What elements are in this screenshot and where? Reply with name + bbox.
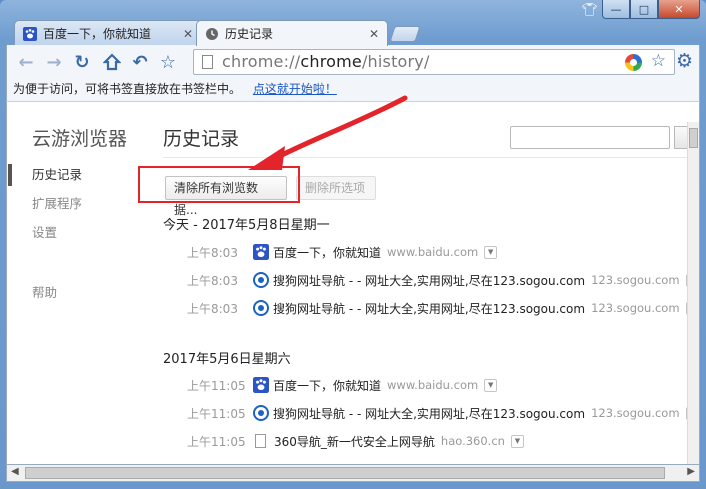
scrollbar-thumb[interactable] xyxy=(689,128,698,148)
home-icon[interactable] xyxy=(101,51,123,73)
entry-time: 上午8:03 xyxy=(187,273,238,288)
history-entry[interactable]: 上午8:03 搜狗网址导航 - - 网址大全,实用网址,尽在123.sogou.… xyxy=(187,269,699,291)
close-window-button[interactable]: ✕ xyxy=(658,0,700,19)
page-content: 云游浏览器 历史记录 扩展程序 设置 帮助 历史记录 清除所有浏览数据... 删… xyxy=(6,102,700,464)
divider xyxy=(163,157,693,158)
back-arrow-icon[interactable]: ← xyxy=(15,51,37,73)
tab-baidu[interactable]: 百度一下，你就知道 ✕ xyxy=(14,20,202,46)
tab-strip: 百度一下，你就知道 ✕ 历史记录 ✕ xyxy=(14,19,421,46)
tab-label: 历史记录 xyxy=(225,27,274,41)
reload-icon[interactable]: ↻ xyxy=(71,51,93,73)
entry-domain: 123.sogou.com xyxy=(591,301,680,315)
sidebar-nav: 历史记录 扩展程序 设置 帮助 xyxy=(7,164,137,300)
sogou-icon xyxy=(253,272,269,288)
remove-selected-button[interactable]: 删除所选项 xyxy=(296,176,376,200)
sidebar-item-extensions[interactable]: 扩展程序 xyxy=(7,193,137,222)
clock-icon xyxy=(206,28,218,40)
history-entry[interactable]: 上午11:05 搜狗网址导航 - - 网址大全,实用网址,尽在123.sogou… xyxy=(187,402,699,424)
page-title: 历史记录 xyxy=(163,128,240,150)
close-tab-icon[interactable]: ✕ xyxy=(183,21,193,47)
baidu-paw-icon xyxy=(253,244,269,260)
history-entry[interactable]: 上午8:03 搜狗网址导航 - - 网址大全,实用网址,尽在123.sogou.… xyxy=(187,297,699,319)
entry-time: 上午11:05 xyxy=(187,406,246,421)
theme-shirt-icon[interactable]: 👕︎ xyxy=(581,3,598,18)
star-icon[interactable]: ☆ xyxy=(651,51,666,71)
sidebar-item-help[interactable]: 帮助 xyxy=(7,282,57,311)
entry-title[interactable]: 搜狗网址导航 - - 网址大全,实用网址,尽在123.sogou.com xyxy=(273,405,585,422)
entry-title[interactable]: 百度一下，你就知道 xyxy=(273,377,381,394)
search-input[interactable] xyxy=(510,126,670,149)
vertical-scrollbar[interactable] xyxy=(687,122,699,464)
sidebar-item-history[interactable]: 历史记录 xyxy=(7,164,137,193)
entry-time: 上午11:05 xyxy=(187,434,246,449)
sogou-icon xyxy=(253,300,269,316)
close-tab-icon[interactable]: ✕ xyxy=(369,21,379,47)
toolbar: ← → ↻ ↶ ☆ chrome://chrome/history/ ☆ ⚙ xyxy=(6,45,700,78)
url-scheme: chrome:// xyxy=(222,52,301,71)
entry-domain: hao.360.cn xyxy=(440,434,505,448)
entry-title[interactable]: 搜狗网址导航 - - 网址大全,实用网址,尽在123.sogou.com xyxy=(273,272,585,289)
scrollbar-thumb[interactable] xyxy=(25,467,665,479)
day-heading: 2017年5月6日星期六 xyxy=(163,352,291,367)
maximize-button[interactable]: □ xyxy=(630,0,658,19)
tab-history[interactable]: 历史记录 ✕ xyxy=(196,20,388,46)
entry-domain: 123.sogou.com xyxy=(591,406,680,420)
annotation-highlight-box xyxy=(138,166,300,203)
page-icon xyxy=(255,434,266,448)
entry-menu-chevron-icon[interactable]: ▼ xyxy=(510,434,524,448)
horizontal-scrollbar[interactable]: ◀ ▶ xyxy=(6,464,700,482)
tab-label: 百度一下，你就知道 xyxy=(43,27,152,41)
minimize-button[interactable]: — xyxy=(602,0,630,19)
browser-brand: 云游浏览器 xyxy=(32,128,128,150)
entry-menu-chevron-icon[interactable]: ▼ xyxy=(484,245,498,259)
browser-window: 👕︎ — □ ✕ 百度一下，你就知道 ✕ 历史记录 ✕ ← → ↻ ↶ ☆ ch… xyxy=(0,0,706,489)
bookmarks-bar: 为便于访问，可将书签直接放在书签栏中。 点这就开始啦！ xyxy=(6,78,700,102)
entry-time: 上午8:03 xyxy=(187,245,238,260)
baidu-paw-icon xyxy=(253,377,269,393)
entry-title[interactable]: 搜狗网址导航 - - 网址大全,实用网址,尽在123.sogou.com xyxy=(273,300,585,317)
extension-icon[interactable] xyxy=(625,54,642,71)
entry-domain: 123.sogou.com xyxy=(591,273,680,287)
address-bar[interactable]: chrome://chrome/history/ ☆ xyxy=(193,49,675,75)
new-tab-button[interactable] xyxy=(389,26,421,42)
entry-title[interactable]: 360导航_新一代安全上网导航 xyxy=(274,433,435,450)
bookmark-star-icon[interactable]: ☆ xyxy=(157,51,179,73)
page-icon xyxy=(202,55,213,69)
bookmarks-prompt: 为便于访问，可将书签直接放在书签栏中。 xyxy=(13,82,242,96)
history-entry[interactable]: 上午11:05 百度一下，你就知道 www.baidu.com ▼ xyxy=(187,374,498,396)
entry-time: 上午8:03 xyxy=(187,301,238,316)
window-controls: — □ ✕ xyxy=(602,0,700,19)
scroll-left-icon[interactable]: ◀ xyxy=(11,466,19,477)
url-host: chrome xyxy=(300,52,362,71)
history-entry[interactable]: 上午11:05 360导航_新一代安全上网导航 hao.360.cn ▼ xyxy=(187,430,524,452)
history-entry[interactable]: 上午8:03 百度一下，你就知道 www.baidu.com ▼ xyxy=(187,241,498,263)
url-text: chrome://chrome/history/ xyxy=(222,52,430,71)
undo-icon[interactable]: ↶ xyxy=(129,51,151,73)
entry-title[interactable]: 百度一下，你就知道 xyxy=(273,244,381,261)
entry-domain: www.baidu.com xyxy=(387,378,479,392)
entry-time: 上午11:05 xyxy=(187,378,246,393)
settings-gear-icon[interactable]: ⚙ xyxy=(676,50,693,72)
baidu-paw-icon xyxy=(23,27,37,41)
day-heading: 今天 - 2017年5月8日星期一 xyxy=(163,218,330,233)
bookmarks-start-link[interactable]: 点这就开始啦！ xyxy=(253,82,337,96)
entry-domain: www.baidu.com xyxy=(387,245,479,259)
url-path: /history/ xyxy=(361,52,430,71)
scroll-right-icon[interactable]: ▶ xyxy=(687,466,695,477)
forward-arrow-icon[interactable]: → xyxy=(43,51,65,73)
entry-menu-chevron-icon[interactable]: ▼ xyxy=(484,378,498,392)
sidebar-item-settings[interactable]: 设置 xyxy=(7,222,137,251)
sogou-icon xyxy=(253,405,269,421)
